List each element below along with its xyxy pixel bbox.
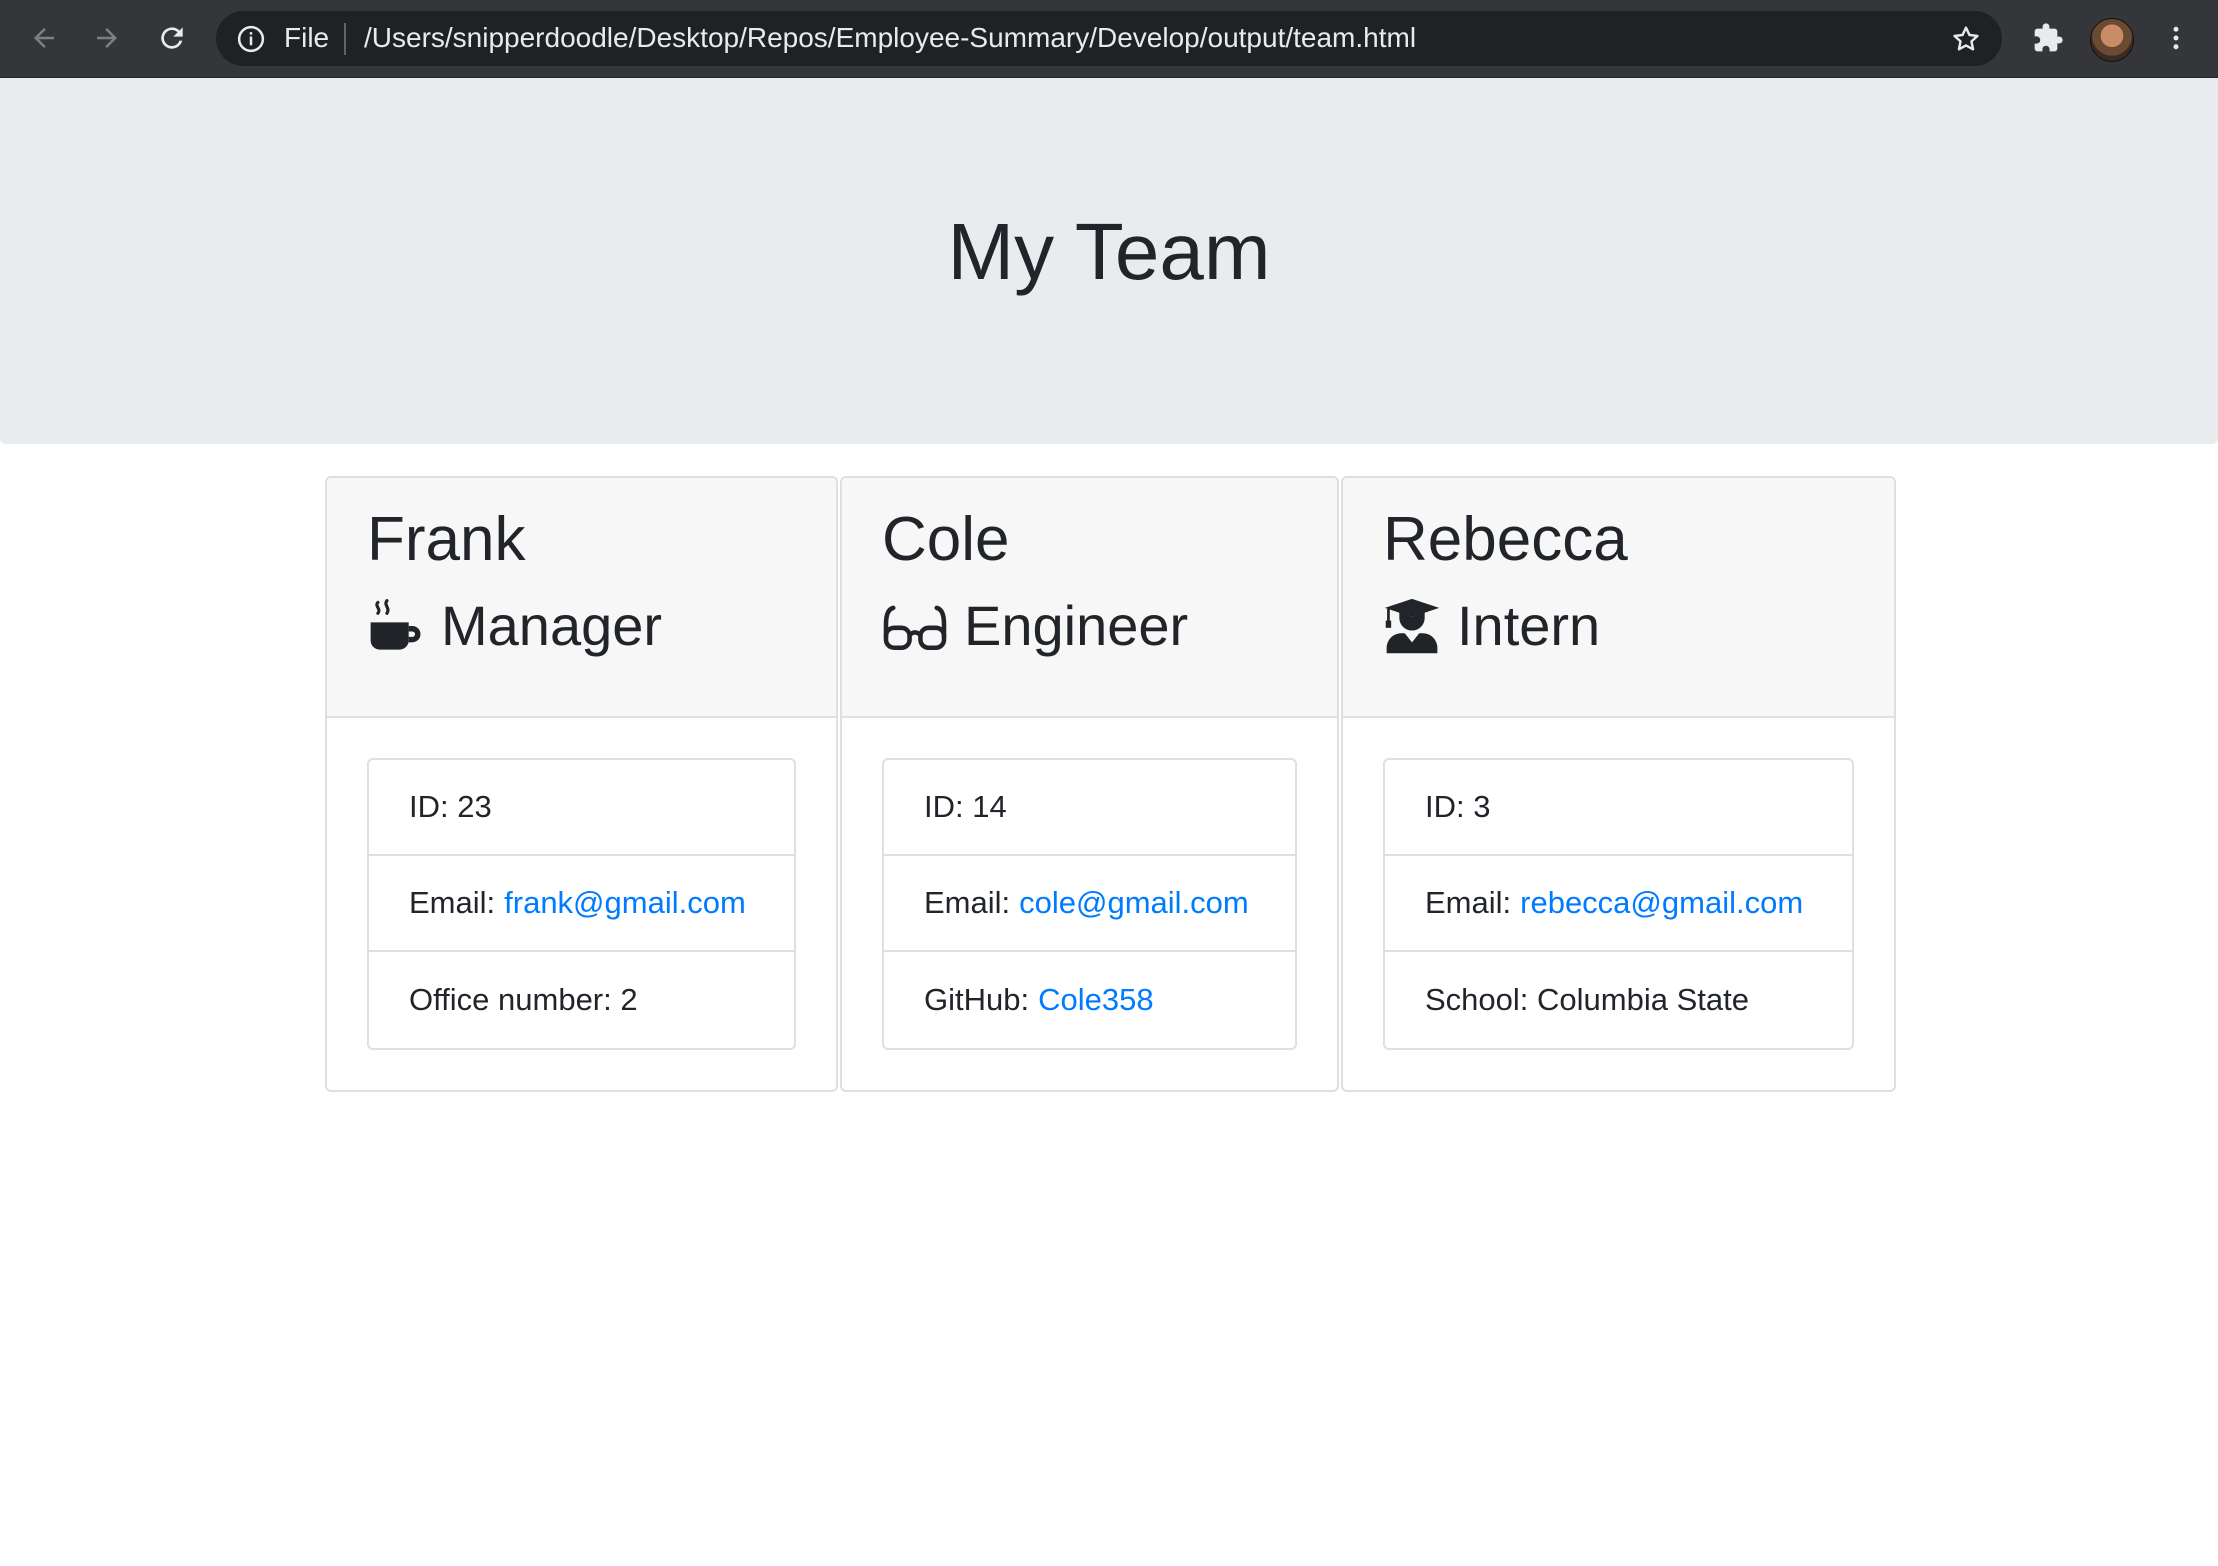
- github-link[interactable]: Cole358: [1038, 982, 1153, 1018]
- detail-office-number: Office number: 2: [369, 952, 794, 1048]
- detail-id: ID: 3: [1385, 760, 1852, 856]
- team-cards: Frank Manager ID: 23 Email: frank@gmail.c…: [325, 476, 1898, 1094]
- role-label: Engineer: [964, 594, 1189, 658]
- details-list: ID: 14 Email: cole@gmail.com GitHub: Cole3…: [882, 758, 1297, 1050]
- puzzle-icon: [2034, 23, 2063, 52]
- reload-icon: [161, 27, 183, 49]
- id-text: ID: 3: [1425, 789, 1491, 824]
- bookmark-star-icon[interactable]: [1950, 23, 1982, 55]
- github-label: GitHub:: [924, 982, 1030, 1017]
- arrow-right-icon: [97, 28, 117, 48]
- employee-name: Frank: [367, 505, 526, 574]
- employee-role: Manager: [367, 597, 836, 655]
- detail-school: School: Columbia State: [1385, 952, 1852, 1048]
- card-header: Rebecca Intern: [1343, 478, 1894, 718]
- detail-email: Email: cole@gmail.com: [884, 856, 1295, 952]
- employee-role: Engineer: [882, 597, 1337, 655]
- user-graduate-icon: [1384, 599, 1440, 654]
- email-label: Email:: [924, 885, 1011, 920]
- mug-hot-icon: [370, 599, 421, 650]
- profile-avatar[interactable]: [2090, 18, 2134, 62]
- address-divider: [344, 23, 346, 55]
- url-text[interactable]: /Users/snipperdoodle/Desktop/Repos/Emplo…: [364, 22, 1416, 54]
- arrow-left-icon: [34, 28, 54, 48]
- page-title: My Team: [947, 207, 1271, 296]
- info-icon[interactable]: [236, 24, 266, 54]
- detail-email: Email: frank@gmail.com: [369, 856, 794, 952]
- employee-name: Rebecca: [1383, 505, 1628, 574]
- email-link[interactable]: cole@gmail.com: [1019, 885, 1249, 921]
- email-label: Email:: [1425, 885, 1512, 920]
- jumbotron: My Team: [0, 78, 2218, 444]
- id-text: ID: 14: [924, 789, 1007, 824]
- browser-menu-button[interactable]: [2154, 16, 2198, 60]
- address-bar[interactable]: File /Users/snipperdoodle/Desktop/Repos/…: [216, 11, 2002, 66]
- role-label: Intern: [1457, 594, 1601, 658]
- employee-role: Intern: [1383, 597, 1894, 655]
- school-text: School: Columbia State: [1425, 982, 1749, 1017]
- employee-card-engineer: Cole Engineer ID: 14 Email: cole@gmail.co…: [840, 476, 1339, 1092]
- back-button[interactable]: [22, 16, 66, 60]
- employee-name: Cole: [882, 505, 1010, 574]
- scheme-label: File: [284, 22, 330, 53]
- browser-toolbar: File /Users/snipperdoodle/Desktop/Repos/…: [0, 0, 2218, 78]
- reload-button[interactable]: [150, 16, 194, 60]
- card-body: ID: 14 Email: cole@gmail.com GitHub: Cole3…: [842, 718, 1337, 1090]
- glasses-icon: [883, 605, 947, 651]
- employee-card-intern: Rebecca Intern ID: 3 Email: rebecca@gmail…: [1341, 476, 1896, 1092]
- detail-id: ID: 14: [884, 760, 1295, 856]
- card-header: Cole Engineer: [842, 478, 1337, 718]
- kebab-menu-icon: [2173, 26, 2179, 50]
- card-body: ID: 23 Email: frank@gmail.com Office numb…: [327, 718, 836, 1090]
- card-header: Frank Manager: [327, 478, 836, 718]
- role-label: Manager: [441, 594, 663, 658]
- office-number-text: Office number: 2: [409, 982, 638, 1017]
- details-list: ID: 3 Email: rebecca@gmail.com School: Co…: [1383, 758, 1854, 1050]
- detail-email: Email: rebecca@gmail.com: [1385, 856, 1852, 952]
- detail-github: GitHub: Cole358: [884, 952, 1295, 1048]
- employee-card-manager: Frank Manager ID: 23 Email: frank@gmail.c…: [325, 476, 838, 1092]
- detail-id: ID: 23: [369, 760, 794, 856]
- id-text: ID: 23: [409, 789, 492, 824]
- extensions-button[interactable]: [2026, 16, 2070, 60]
- details-list: ID: 23 Email: frank@gmail.com Office numb…: [367, 758, 796, 1050]
- card-body: ID: 3 Email: rebecca@gmail.com School: Co…: [1343, 718, 1894, 1090]
- email-label: Email:: [409, 885, 496, 920]
- email-link[interactable]: rebecca@gmail.com: [1520, 885, 1803, 921]
- forward-button[interactable]: [85, 16, 129, 60]
- email-link[interactable]: frank@gmail.com: [504, 885, 746, 921]
